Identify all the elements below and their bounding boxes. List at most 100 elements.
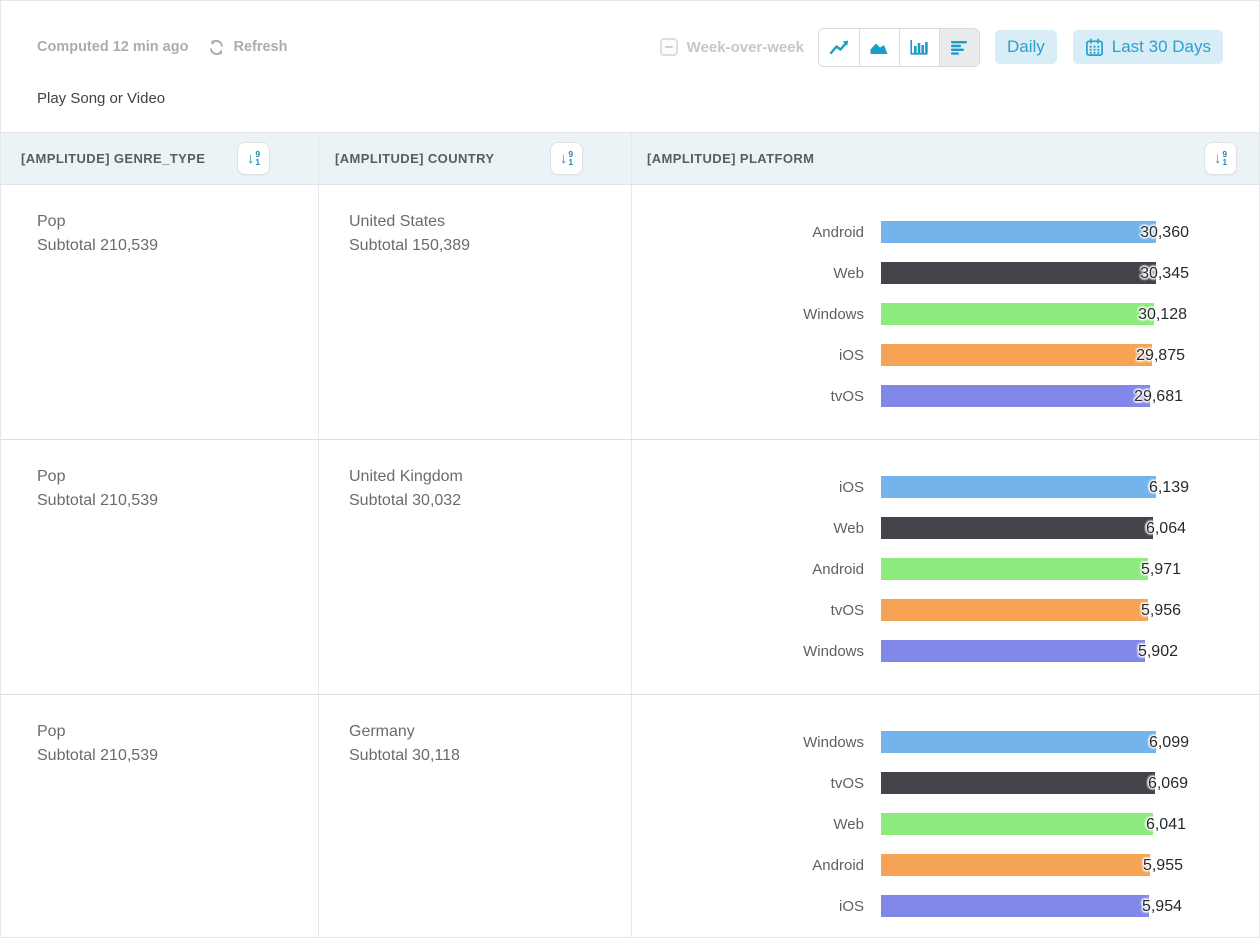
- platform-label: Windows: [632, 306, 881, 323]
- platform-bar-row: iOS6,139: [632, 476, 1259, 498]
- bar-value: 6,064: [1146, 517, 1186, 539]
- platform-bar-row: tvOS6,069: [632, 772, 1259, 794]
- country-subtotal: Subtotal 30,032: [349, 489, 615, 513]
- toolbar: Computed 12 min ago Refresh Week-over-we…: [37, 28, 1223, 66]
- genre-cell: Pop Subtotal 210,539: [1, 695, 319, 938]
- sort-9-1-digits: 91: [255, 151, 260, 166]
- platform-bar-row: Windows30,128: [632, 303, 1259, 325]
- week-over-week-toggle: Week-over-week: [660, 38, 804, 56]
- sort-country-button[interactable]: ↓ 91: [550, 142, 583, 175]
- country-name: United States: [349, 210, 615, 234]
- platform-bar-row: tvOS29,681: [632, 385, 1259, 407]
- platform-bar-row: iOS 5,954: [632, 895, 1259, 917]
- bar[interactable]: [881, 385, 1150, 407]
- platform-cell: Android30,360Web30,345Windows30,128iOS29…: [632, 185, 1259, 439]
- bar[interactable]: [881, 895, 1149, 917]
- genre-name: Pop: [37, 210, 302, 234]
- date-range-label: Last 30 Days: [1112, 37, 1211, 57]
- bar-value: 29,681: [1134, 385, 1183, 407]
- bar-value: 6,069: [1148, 772, 1188, 794]
- bar-track: 6,099: [881, 731, 1259, 753]
- platform-bar-row: Windows6,099: [632, 731, 1259, 753]
- horizontal-bar-chart-button[interactable]: [939, 29, 979, 66]
- bar[interactable]: [881, 303, 1154, 325]
- bar-track: 5,956: [881, 599, 1259, 621]
- country-name: Germany: [349, 720, 615, 744]
- bar[interactable]: [881, 344, 1152, 366]
- bar-track: 5,954: [881, 895, 1259, 917]
- table-header: [AMPLITUDE] GENRE_TYPE ↓ 91 [AMPLITUDE] …: [1, 132, 1259, 185]
- bar[interactable]: [881, 854, 1150, 876]
- bar-value: 30,345: [1140, 262, 1189, 284]
- bar-value: 29,875: [1136, 344, 1185, 366]
- toolbar-left: Computed 12 min ago Refresh: [37, 38, 287, 57]
- date-range-button[interactable]: Last 30 Days: [1073, 30, 1223, 64]
- platform-bar-row: tvOS5,956: [632, 599, 1259, 621]
- sort-platform-button[interactable]: ↓ 91: [1204, 142, 1237, 175]
- bar[interactable]: [881, 558, 1148, 580]
- bar-track: 30,360: [881, 221, 1259, 243]
- platform-bars: iOS6,139Web6,064Android5,971tvOS5,956Win…: [632, 476, 1259, 662]
- sort-descending-icon: ↓: [560, 151, 568, 166]
- platform-bar-row: Windows 5,902: [632, 640, 1259, 662]
- bar[interactable]: [881, 813, 1153, 835]
- column-header-genre-type: [AMPLITUDE] GENRE_TYPE ↓ 91: [1, 133, 319, 184]
- bar-track: 5,971: [881, 558, 1259, 580]
- bar-track: 29,681: [881, 385, 1259, 407]
- platform-label: Web: [632, 816, 881, 833]
- platform-label: tvOS: [632, 602, 881, 619]
- country-cell: United States Subtotal 150,389: [319, 185, 632, 439]
- analysis-panel: Computed 12 min ago Refresh Week-over-we…: [0, 0, 1260, 938]
- platform-bar-row: Android30,360: [632, 221, 1259, 243]
- bar[interactable]: [881, 221, 1156, 243]
- line-chart-button[interactable]: [819, 29, 859, 66]
- country-cell: United Kingdom Subtotal 30,032: [319, 440, 632, 694]
- platform-label: iOS: [632, 479, 881, 496]
- genre-cell: Pop Subtotal 210,539: [1, 185, 319, 439]
- chart-type-group: [818, 28, 980, 67]
- calendar-icon: [1085, 38, 1104, 57]
- table-row: Pop Subtotal 210,539 Germany Subtotal 30…: [1, 695, 1259, 938]
- bar-value: 5,902: [1138, 640, 1178, 662]
- platform-label: iOS: [632, 898, 881, 915]
- platform-bars: Windows6,099 tvOS6,069 Web6,041 Android5,95…: [632, 731, 1259, 917]
- week-over-week-checkbox[interactable]: [660, 38, 678, 56]
- refresh-button[interactable]: Refresh: [207, 38, 287, 57]
- genre-name: Pop: [37, 720, 302, 744]
- platform-label: Windows: [632, 643, 881, 660]
- bar[interactable]: [881, 599, 1148, 621]
- bar-value: 30,360: [1140, 221, 1189, 243]
- area-chart-button[interactable]: [859, 29, 899, 66]
- bar[interactable]: [881, 772, 1155, 794]
- sort-genre-button[interactable]: ↓ 91: [237, 142, 270, 175]
- bar[interactable]: [881, 640, 1145, 662]
- column-label: [AMPLITUDE] PLATFORM: [647, 151, 814, 166]
- table-row: Pop Subtotal 210,539 United States Subto…: [1, 185, 1259, 440]
- sort-descending-icon: ↓: [1214, 151, 1222, 166]
- bar-value: 5,971: [1141, 558, 1181, 580]
- platform-cell: Windows6,099 tvOS6,069 Web6,041 Android5,95…: [632, 695, 1259, 938]
- table-body: Pop Subtotal 210,539 United States Subto…: [1, 185, 1259, 938]
- column-label: [AMPLITUDE] COUNTRY: [335, 151, 495, 166]
- column-chart-button[interactable]: [899, 29, 939, 66]
- bar[interactable]: [881, 731, 1156, 753]
- sort-9-1-digits: 91: [568, 151, 573, 166]
- bar-track: 29,875: [881, 344, 1259, 366]
- granularity-button[interactable]: Daily: [995, 30, 1057, 64]
- platform-bar-row: Android5,971: [632, 558, 1259, 580]
- bar[interactable]: [881, 262, 1156, 284]
- bar-track: 5,955: [881, 854, 1259, 876]
- genre-subtotal: Subtotal 210,539: [37, 489, 302, 513]
- bar-value: 5,955: [1143, 854, 1183, 876]
- column-chart-icon: [908, 37, 930, 57]
- genre-cell: Pop Subtotal 210,539: [1, 440, 319, 694]
- platform-bar-row: Android5,955: [632, 854, 1259, 876]
- bar[interactable]: [881, 517, 1153, 539]
- genre-subtotal: Subtotal 210,539: [37, 234, 302, 258]
- platform-bar-row: Web6,041: [632, 813, 1259, 835]
- platform-label: iOS: [632, 347, 881, 364]
- bar-value: 5,954: [1142, 895, 1182, 917]
- granularity-label: Daily: [1007, 37, 1045, 57]
- bar[interactable]: [881, 476, 1156, 498]
- event-title: Play Song or Video: [37, 90, 1223, 107]
